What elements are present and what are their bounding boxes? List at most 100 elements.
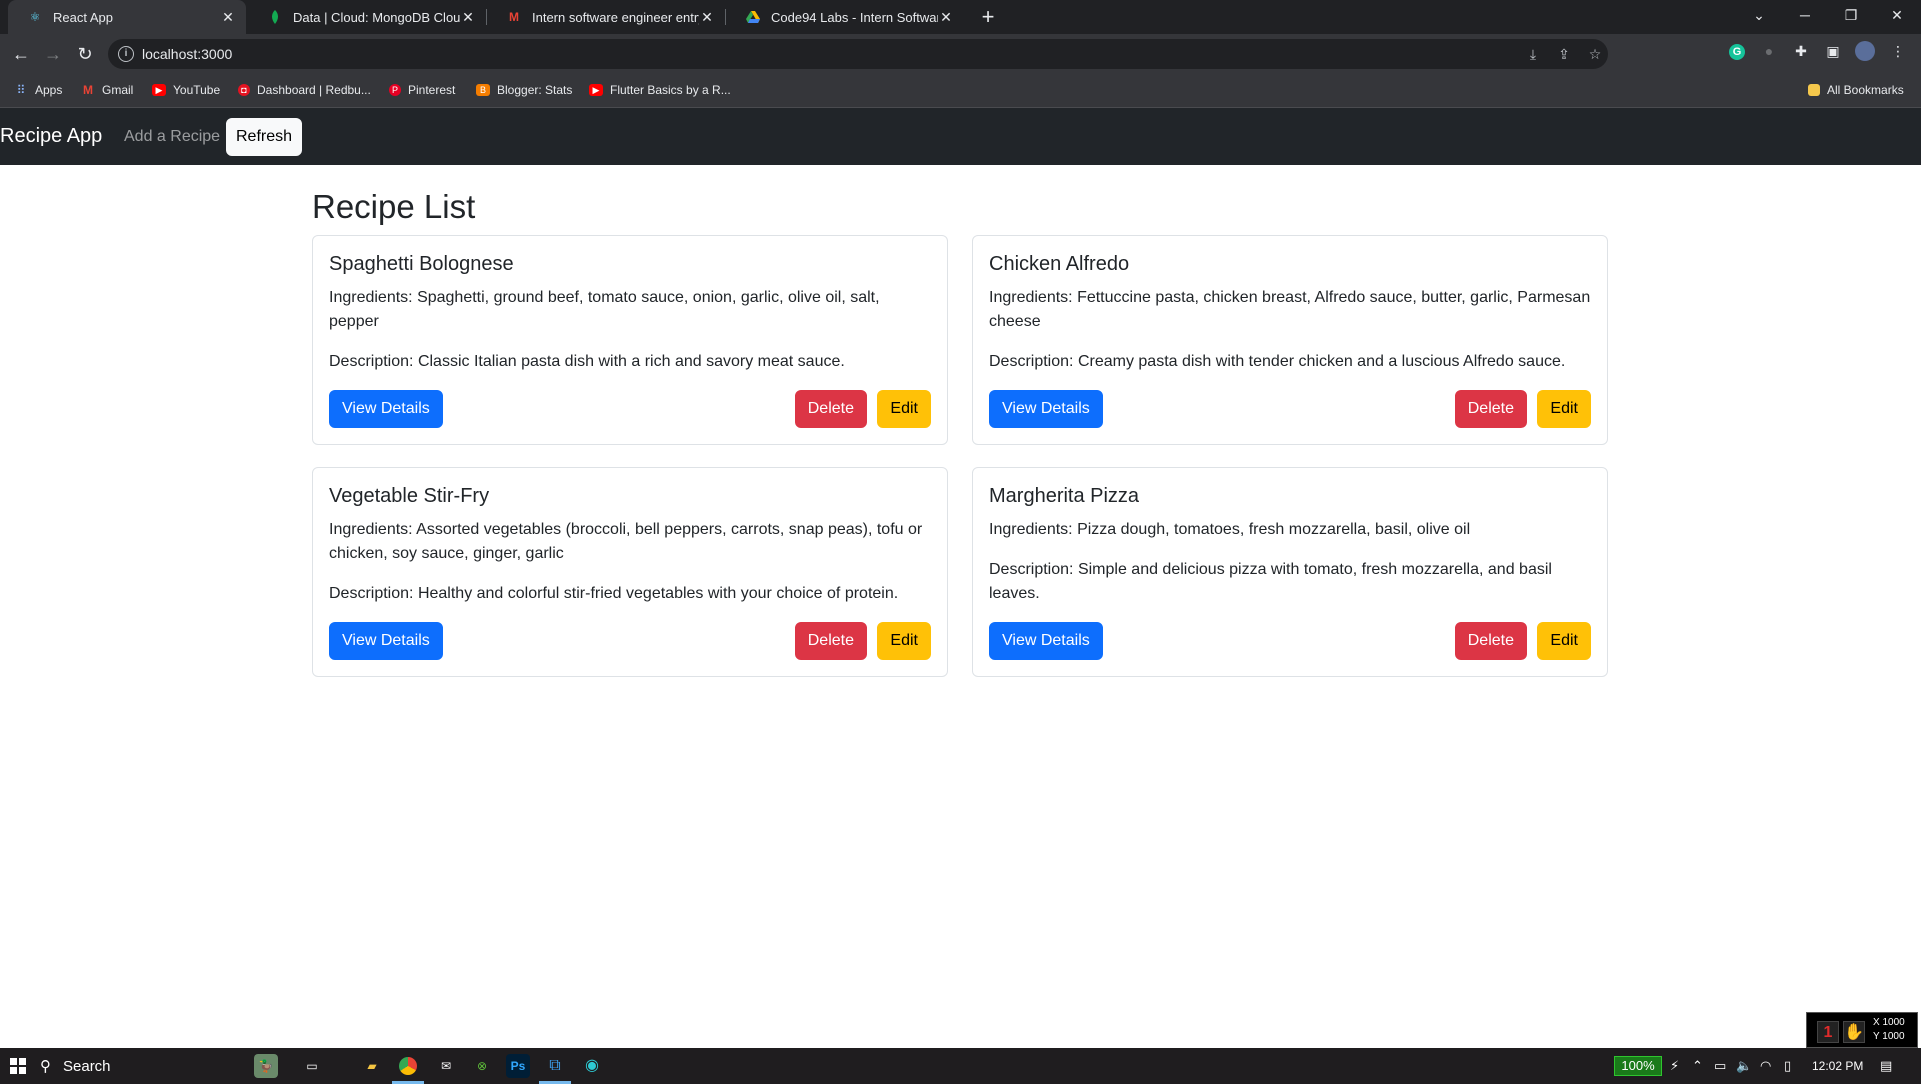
bookmark-youtube[interactable]: ▶ YouTube (152, 83, 220, 97)
number-one-icon: 1 (1817, 1021, 1839, 1043)
power-plug-icon[interactable]: ⚡ (1670, 1048, 1679, 1084)
extension-icon[interactable]: ● (1759, 43, 1779, 59)
forward-arrow-icon[interactable]: → (41, 42, 65, 66)
bookmark-pinterest[interactable]: P Pinterest (389, 83, 455, 97)
tab-react-app[interactable]: ⚛ React App ✕ (8, 0, 246, 34)
delete-button[interactable]: Delete (794, 390, 867, 428)
mail-icon[interactable]: ✉ (434, 1054, 458, 1078)
bookmark-apps[interactable]: ⠿ Apps (14, 83, 63, 97)
close-icon[interactable]: ✕ (460, 9, 476, 26)
edit-button[interactable]: Edit (877, 390, 931, 428)
chrome-icon[interactable] (396, 1054, 420, 1078)
volume-icon[interactable]: 🔈 (1736, 1048, 1752, 1084)
battery-icon[interactable]: ▭ (1714, 1048, 1726, 1084)
ingredients-value: Pizza dough, tomatoes, fresh mozzarella,… (1077, 521, 1471, 538)
close-icon[interactable]: ✕ (220, 9, 236, 26)
coordinate-y: Y 1000 (1873, 1031, 1905, 1042)
restore-icon[interactable]: ❐ (1828, 0, 1874, 30)
view-details-button[interactable]: View Details (989, 390, 1103, 428)
minimize-icon[interactable]: ─ (1782, 0, 1828, 30)
url-text[interactable]: localhost:3000 (142, 46, 232, 62)
description-value: Healthy and colorful stir-fried vegetabl… (417, 585, 899, 602)
tab-code94[interactable]: Code94 Labs - Intern Software E ✕ (726, 0, 964, 34)
bookmark-label: Apps (35, 83, 63, 97)
recipe-card: Spaghetti Bolognese Ingredients: Spaghett… (312, 235, 948, 445)
youtube-icon: ▶ (152, 84, 166, 96)
edit-button[interactable]: Edit (877, 622, 931, 660)
coordinate-overlay: 1 ✋ X 1000 Y 1000 (1806, 1012, 1918, 1048)
recipe-card: Chicken Alfredo Ingredients: Fettuccine p… (972, 235, 1608, 445)
windows-start-icon[interactable] (10, 1058, 26, 1074)
mongodb-leaf-icon (268, 10, 282, 24)
bookmark-flutter[interactable]: ▶ Flutter Basics by a R... (589, 83, 731, 97)
ingredients-value: Assorted vegetables (broccoli, bell pepp… (329, 521, 923, 562)
bookmark-redbubble[interactable]: ◘ Dashboard | Redbu... (238, 83, 371, 97)
close-icon[interactable]: ✕ (699, 9, 715, 26)
bookmark-blogger[interactable]: B Blogger: Stats (476, 83, 572, 97)
avatar[interactable] (1855, 41, 1875, 64)
recipe-card: Margherita Pizza Ingredients: Pizza dough… (972, 467, 1608, 677)
tab-title: Intern software engineer entry le (532, 9, 699, 25)
bookmark-label: All Bookmarks (1827, 83, 1904, 97)
view-details-button[interactable]: View Details (329, 390, 443, 428)
xbox-icon[interactable]: ⊗ (470, 1054, 494, 1078)
card-actions: View Details Delete Edit (329, 390, 931, 428)
description-value: Creamy pasta dish with tender chicken an… (1077, 353, 1566, 370)
edge-icon[interactable]: ◉ (580, 1054, 604, 1078)
recipe-card: Vegetable Stir-Fry Ingredients: Assorted … (312, 467, 948, 677)
search-label: Search (63, 1057, 111, 1075)
site-info-icon[interactable]: i (118, 46, 134, 62)
card-actions: View Details Delete Edit (989, 390, 1591, 428)
address-bar[interactable]: i localhost:3000 ⤓ ⇪ ☆ (108, 39, 1608, 69)
edit-button[interactable]: Edit (1537, 390, 1591, 428)
puzzle-icon[interactable]: ✚ (1791, 43, 1811, 60)
reload-icon[interactable]: ↻ (73, 42, 97, 66)
bookmark-gmail[interactable]: M Gmail (81, 83, 133, 97)
device-icon[interactable]: ▯ (1784, 1048, 1791, 1084)
nav-add-recipe-link[interactable]: Add a Recipe (124, 128, 220, 146)
delete-button[interactable]: Delete (1454, 622, 1527, 660)
view-details-button[interactable]: View Details (989, 622, 1103, 660)
task-view-icon[interactable]: ▭ (300, 1054, 324, 1078)
bookmark-star-icon[interactable]: ☆ (1586, 46, 1604, 63)
close-icon[interactable]: ✕ (938, 9, 954, 26)
grammarly-icon[interactable]: G (1727, 42, 1747, 60)
window-close-icon[interactable]: ✕ (1874, 0, 1920, 30)
edit-button[interactable]: Edit (1537, 622, 1591, 660)
refresh-button[interactable]: Refresh (226, 118, 302, 156)
bookmark-label: Blogger: Stats (497, 83, 573, 97)
chevron-up-icon[interactable]: ⌃ (1692, 1048, 1703, 1084)
photoshop-icon[interactable]: Ps (506, 1054, 530, 1078)
clock[interactable]: 12:02 PM (1812, 1048, 1863, 1084)
tab-title: Code94 Labs - Intern Software E (771, 9, 938, 25)
apps-grid-icon: ⠿ (16, 83, 26, 97)
bookmark-label: Gmail (102, 83, 134, 97)
view-details-button[interactable]: View Details (329, 622, 443, 660)
taskbar-search[interactable]: ⚲ Search (40, 1048, 290, 1084)
tab-mongodb[interactable]: Data | Cloud: MongoDB Cloud ✕ (248, 0, 486, 34)
page-viewport: Recipe App Add a Recipe Refresh Recipe L… (0, 108, 1921, 1048)
delete-button[interactable]: Delete (794, 622, 867, 660)
ingredients-label: Ingredients: (989, 521, 1073, 538)
tab-gmail[interactable]: M Intern software engineer entry le ✕ (487, 0, 725, 34)
battery-indicator[interactable]: 100% (1614, 1056, 1662, 1076)
bookmark-all[interactable]: All Bookmarks (1808, 83, 1904, 97)
wifi-icon[interactable]: ◠ (1760, 1048, 1771, 1084)
side-panel-icon[interactable]: ▣ (1823, 43, 1843, 60)
new-tab-button[interactable]: + (975, 4, 1001, 30)
tab-search-icon[interactable]: ⌄ (1736, 0, 1782, 30)
back-arrow-icon[interactable]: ← (9, 42, 33, 66)
share-icon[interactable]: ⇪ (1555, 46, 1573, 63)
description-label: Description: (329, 353, 414, 370)
duck-widget-icon[interactable]: 🦆 (254, 1054, 278, 1078)
file-explorer-icon[interactable]: ▰ (360, 1054, 384, 1078)
vscode-icon[interactable]: ⧉ (543, 1054, 567, 1078)
navbar-brand[interactable]: Recipe App (0, 125, 102, 148)
notification-icon[interactable]: ▤ (1880, 1048, 1892, 1084)
coordinate-x: X 1000 (1873, 1017, 1905, 1028)
description-label: Description: (989, 353, 1074, 370)
delete-button[interactable]: Delete (1454, 390, 1527, 428)
recipe-ingredients: Ingredients: Assorted vegetables (broccol… (329, 518, 931, 566)
install-app-icon[interactable]: ⤓ (1524, 46, 1542, 63)
menu-kebab-icon[interactable]: ⋮ (1888, 43, 1908, 60)
